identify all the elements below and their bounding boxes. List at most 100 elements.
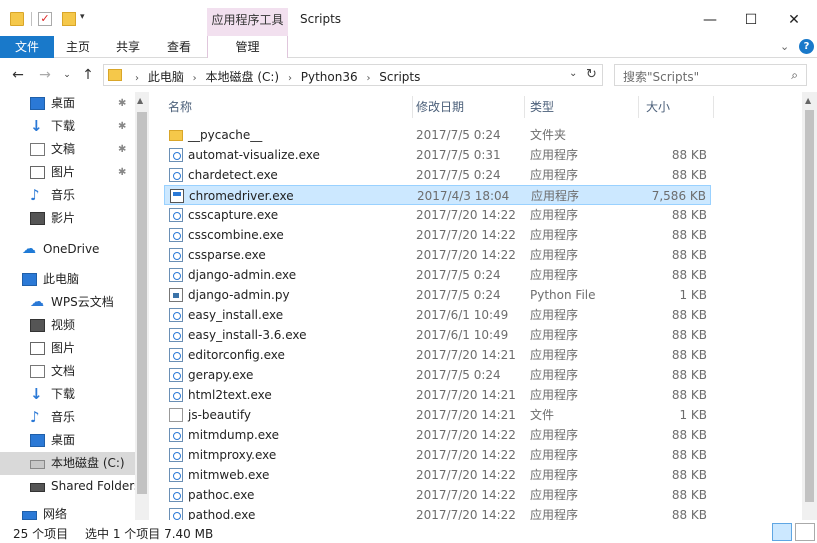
details-view-icon[interactable] <box>772 523 792 541</box>
table-row[interactable]: chromedriver.exe 2017/4/3 18:04 应用程序 7,586 … <box>164 185 711 205</box>
search-input[interactable]: 搜索"Scripts" <box>623 68 699 85</box>
video-icon <box>30 212 45 225</box>
column-divider[interactable] <box>713 96 714 118</box>
column-divider[interactable] <box>638 96 639 118</box>
column-divider[interactable] <box>412 96 413 118</box>
close-button[interactable]: ✕ <box>771 6 817 34</box>
breadcrumb-separator-icon[interactable]: › <box>193 73 197 84</box>
expand-ribbon-icon[interactable]: ⌄ <box>780 40 789 53</box>
sidebar-item[interactable]: ☁ WPS云文档 <box>0 291 135 314</box>
tab-view[interactable]: 查看 <box>159 36 199 58</box>
column-header-size[interactable]: 大小 <box>646 92 670 122</box>
tab-file[interactable]: 文件 <box>0 36 54 58</box>
sidebar-item[interactable]: ♪ 音乐 <box>0 406 135 429</box>
table-row[interactable]: editorconfig.exe 2017/7/20 14:21 应用程序 88 KB <box>164 345 711 365</box>
file-icon <box>169 308 183 322</box>
scroll-up-arrow-icon[interactable]: ▲ <box>805 96 811 105</box>
large-icons-view-icon[interactable] <box>795 523 815 541</box>
table-row[interactable]: mitmweb.exe 2017/7/20 14:22 应用程序 88 KB <box>164 465 711 485</box>
sidebar-item[interactable]: 图片 ✱ <box>0 161 135 184</box>
pin-icon[interactable]: ✱ <box>118 138 126 161</box>
column-header-type[interactable]: 类型 <box>530 92 554 122</box>
properties-icon[interactable]: ✓ <box>38 12 52 26</box>
table-row[interactable]: mitmdump.exe 2017/7/20 14:22 应用程序 88 KB <box>164 425 711 445</box>
table-row[interactable]: __pycache__ 2017/7/5 0:24 文件夹 <box>164 125 711 145</box>
sidebar-item[interactable]: 图片 <box>0 337 135 360</box>
sidebar-item[interactable]: 本地磁盘 (C:) <box>0 452 135 475</box>
sidebar-item[interactable]: Shared Folders <box>0 475 140 498</box>
maximize-button[interactable]: ☐ <box>728 6 774 34</box>
refresh-icon[interactable]: ↻ <box>586 67 597 82</box>
sidebar-item[interactable]: 桌面 ✱ <box>0 92 135 115</box>
minimize-button[interactable]: — <box>687 6 733 34</box>
sidebar-item-label: OneDrive <box>43 242 100 256</box>
table-row[interactable]: django-admin.exe 2017/7/5 0:24 应用程序 88 KB <box>164 265 711 285</box>
search-icon[interactable]: ⌕ <box>791 68 798 83</box>
table-row[interactable]: csscapture.exe 2017/7/20 14:22 应用程序 88 KB <box>164 205 711 225</box>
back-arrow-icon[interactable]: ← <box>9 66 27 84</box>
file-date: 2017/7/5 0:31 <box>416 148 501 162</box>
table-row[interactable]: cssparse.exe 2017/7/20 14:22 应用程序 88 KB <box>164 245 711 265</box>
address-bar[interactable]: › 此电脑 › 本地磁盘 (C:) › Python36 › Scripts ⌄… <box>103 64 603 86</box>
scroll-up-arrow-icon[interactable]: ▲ <box>137 96 143 105</box>
new-folder-icon[interactable] <box>62 12 76 26</box>
sidebar-item-label: 音乐 <box>51 410 76 424</box>
file-icon <box>169 428 183 442</box>
table-row[interactable]: automat-visualize.exe 2017/7/5 0:31 应用程序 88… <box>164 145 711 165</box>
file-list-scroll-thumb[interactable] <box>805 110 814 502</box>
sidebar-item[interactable]: 文稿 ✱ <box>0 138 135 161</box>
file-list-scrollbar[interactable]: ▲ <box>802 92 817 520</box>
sidebar-item[interactable]: 桌面 <box>0 429 135 452</box>
table-row[interactable]: mitmproxy.exe 2017/7/20 14:22 应用程序 88 KB <box>164 445 711 465</box>
table-row[interactable]: html2text.exe 2017/7/20 14:21 应用程序 88 KB <box>164 385 711 405</box>
breadcrumb-scripts[interactable]: Scripts <box>379 70 420 84</box>
sidebar-item[interactable]: 文档 <box>0 360 135 383</box>
file-name: mitmdump.exe <box>188 428 280 442</box>
table-row[interactable]: js-beautify 2017/7/20 14:21 文件 1 KB <box>164 405 711 425</box>
tab-share[interactable]: 共享 <box>108 36 148 58</box>
table-row[interactable]: csscombine.exe 2017/7/20 14:22 应用程序 88 KB <box>164 225 711 245</box>
document-icon <box>30 365 45 378</box>
column-header-name[interactable]: 名称 <box>168 92 192 122</box>
table-row[interactable]: chardetect.exe 2017/7/5 0:24 应用程序 88 KB <box>164 165 711 185</box>
forward-arrow-icon[interactable]: → <box>36 66 54 84</box>
sidebar-item[interactable]: ☁ OneDrive <box>0 238 135 261</box>
breadcrumb-separator-icon[interactable]: › <box>288 73 292 84</box>
breadcrumb-python36[interactable]: Python36 <box>301 70 358 84</box>
sidebar-item[interactable]: ♪ 音乐 <box>0 184 135 207</box>
breadcrumb-this-pc[interactable]: 此电脑 <box>148 70 184 84</box>
sidebar-item[interactable]: 网络 <box>0 503 135 520</box>
sidebar-item[interactable]: 此电脑 <box>0 268 135 291</box>
pin-icon[interactable]: ✱ <box>118 161 126 184</box>
table-row[interactable]: easy_install-3.6.exe 2017/6/1 10:49 应用程序 88… <box>164 325 711 345</box>
nav-scrollbar[interactable]: ▲ <box>135 92 149 520</box>
recent-locations-icon[interactable]: ⌄ <box>58 66 76 84</box>
help-icon[interactable]: ? <box>799 39 814 54</box>
sidebar-item[interactable]: ↓ 下载 <box>0 383 135 406</box>
folder-icon[interactable] <box>10 12 24 26</box>
column-header-date[interactable]: 修改日期 <box>416 92 464 122</box>
file-icon <box>169 408 183 422</box>
customize-quick-access-icon[interactable]: ▾ <box>80 12 85 28</box>
address-dropdown-icon[interactable]: ⌄ <box>569 68 577 79</box>
search-box[interactable]: 搜索"Scripts" ⌕ <box>614 64 807 86</box>
table-row[interactable]: easy_install.exe 2017/6/1 10:49 应用程序 88 KB <box>164 305 711 325</box>
breadcrumb-local-disk[interactable]: 本地磁盘 (C:) <box>206 70 280 84</box>
pin-icon[interactable]: ✱ <box>118 115 126 138</box>
table-row[interactable]: gerapy.exe 2017/7/5 0:24 应用程序 88 KB <box>164 365 711 385</box>
table-row[interactable]: pathod.exe 2017/7/20 14:22 应用程序 88 KB <box>164 505 711 520</box>
table-row[interactable]: django-admin.py 2017/7/5 0:24 Python File 1… <box>164 285 711 305</box>
tab-manage[interactable]: 管理 <box>207 36 288 58</box>
column-divider[interactable] <box>524 96 525 118</box>
computer-icon <box>22 273 37 286</box>
sidebar-item[interactable]: 视频 <box>0 314 135 337</box>
tab-home[interactable]: 主页 <box>58 36 98 58</box>
table-row[interactable]: pathoc.exe 2017/7/20 14:22 应用程序 88 KB <box>164 485 711 505</box>
sidebar-item[interactable]: ↓ 下载 ✱ <box>0 115 135 138</box>
sidebar-item[interactable]: 影片 <box>0 207 135 230</box>
up-arrow-icon[interactable]: ↑ <box>79 66 97 84</box>
file-size: 88 KB <box>671 168 707 182</box>
breadcrumb-separator-icon[interactable]: › <box>366 73 370 84</box>
pin-icon[interactable]: ✱ <box>118 92 126 115</box>
nav-scroll-thumb[interactable] <box>137 112 147 494</box>
